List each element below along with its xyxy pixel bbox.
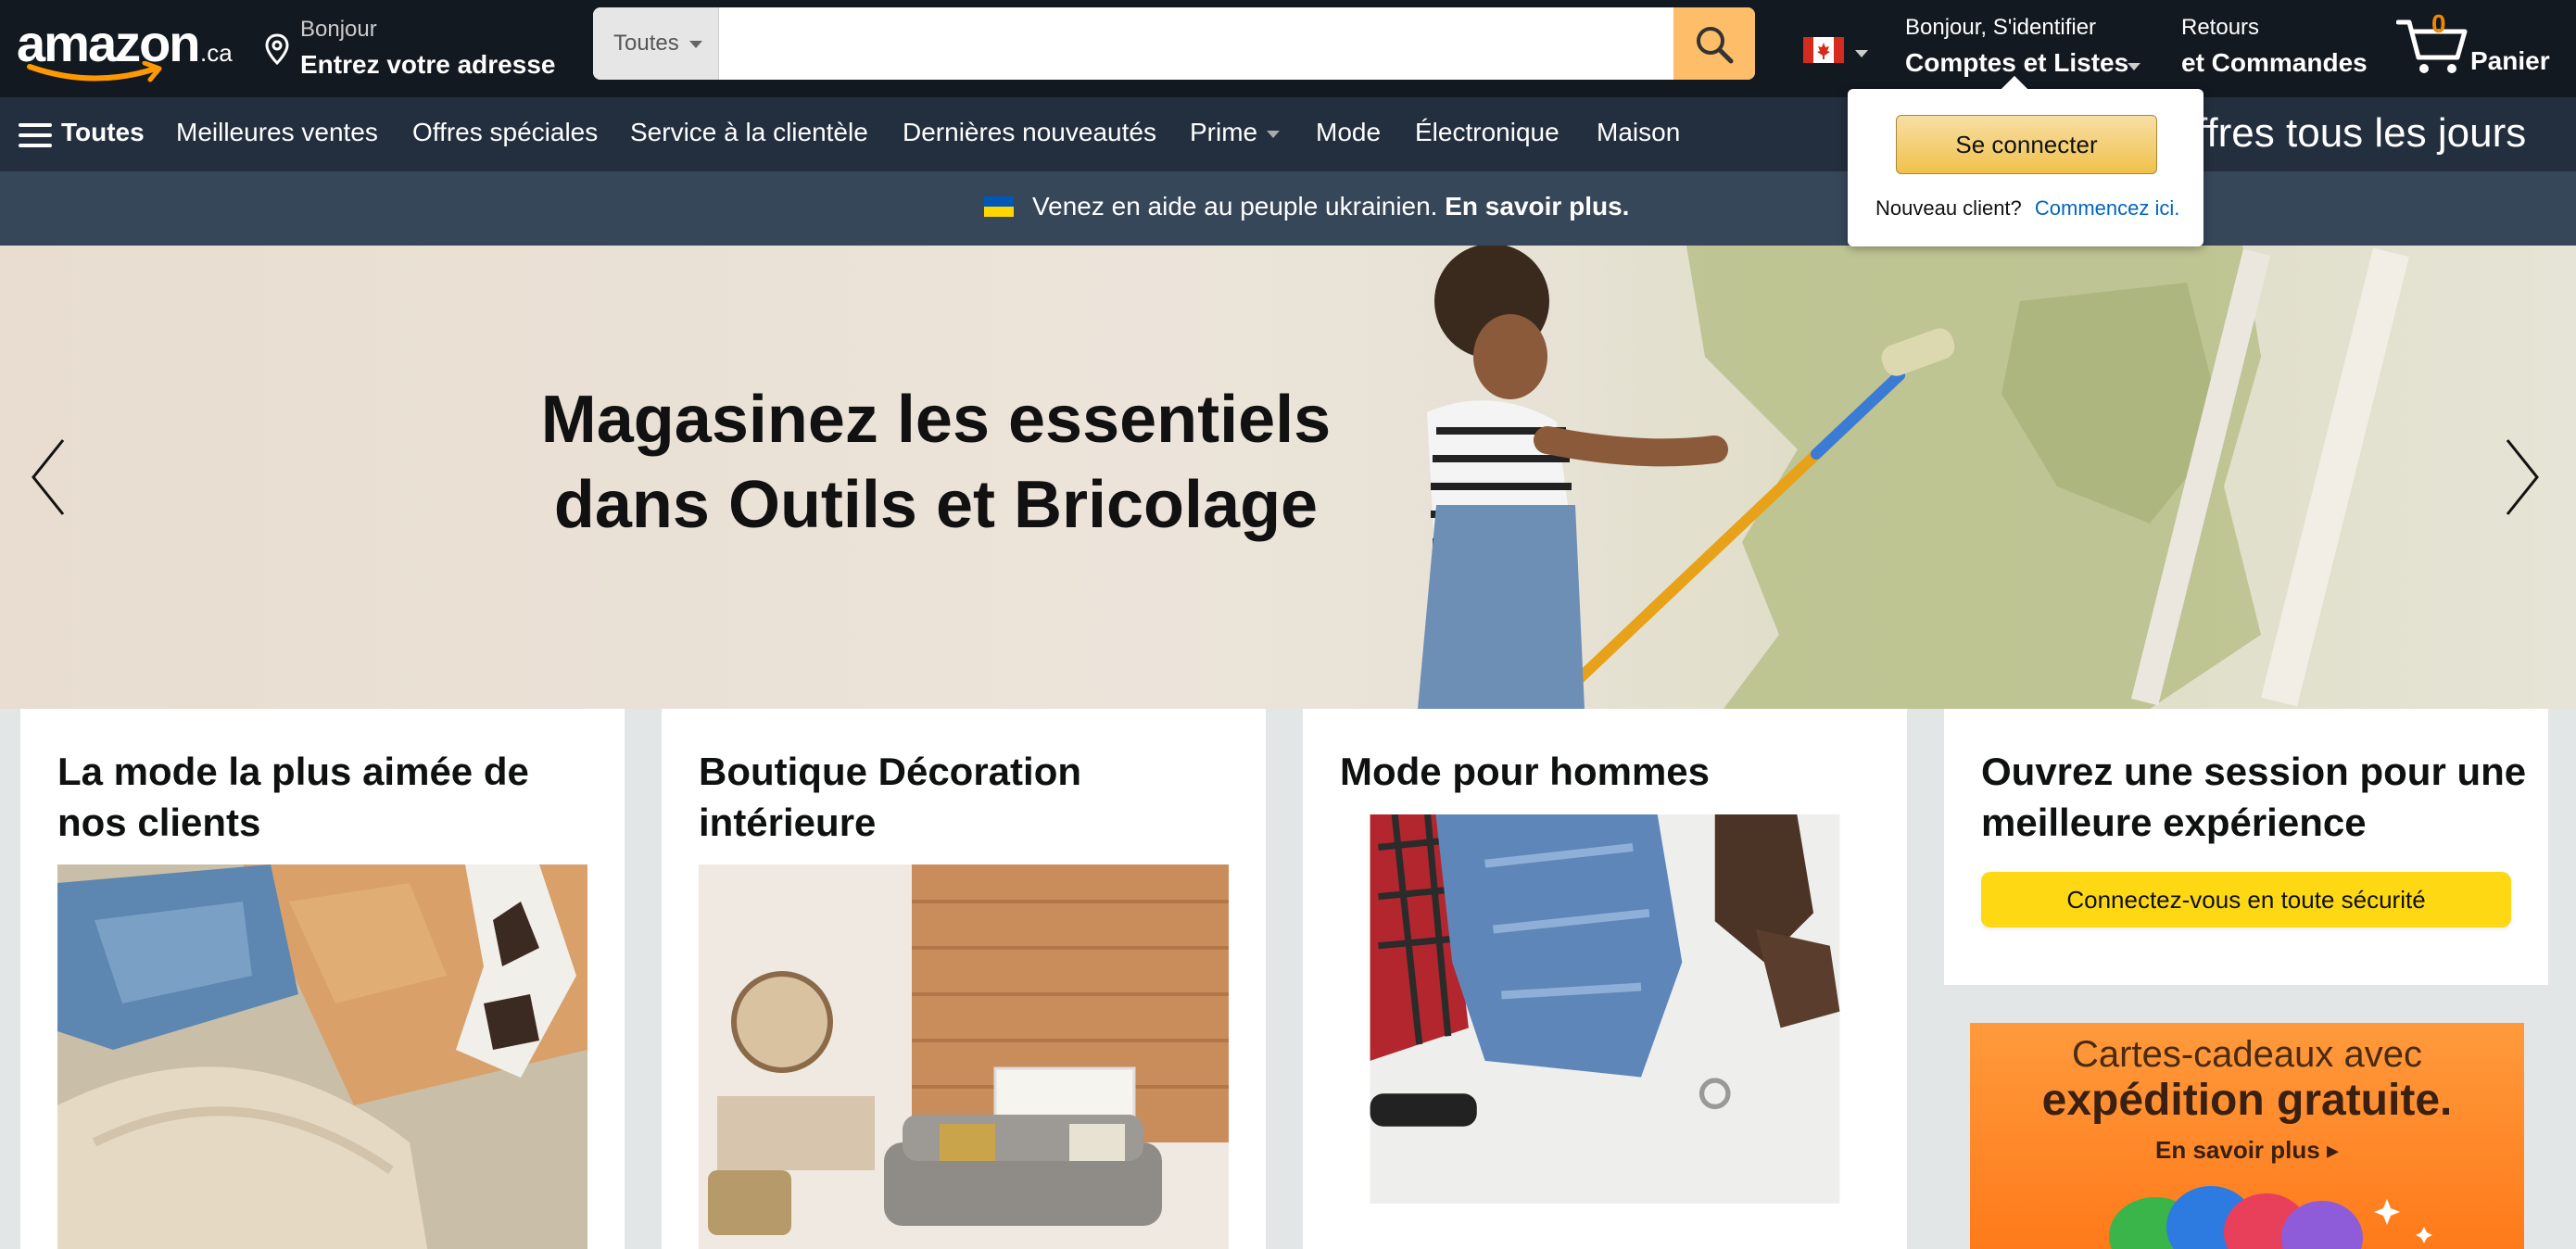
- nav-item-prime[interactable]: Prime: [1190, 118, 1281, 147]
- hamburger-icon: [19, 123, 52, 147]
- chevron-down-icon: [689, 41, 702, 48]
- start-here-link[interactable]: Commencez ici.: [2035, 196, 2179, 220]
- cart-count: 0: [2431, 9, 2446, 38]
- nav-item-electronics[interactable]: Électronique: [1415, 118, 1559, 147]
- nav-item-prime-label: Prime: [1190, 118, 1258, 146]
- hero-carousel[interactable]: Magasinez les essentiels dans Outils et …: [0, 246, 2576, 709]
- fashion-clothes-image: [57, 864, 587, 1249]
- search-icon: [1697, 27, 1734, 64]
- chevron-down-icon[interactable]: [1855, 50, 1868, 57]
- signin-button[interactable]: Se connecter: [1896, 115, 2157, 174]
- gift-card-ad[interactable]: Cartes-cadeaux avec expédition gratuite.…: [1970, 1023, 2524, 1249]
- signin-card: Ouvrez une session pour une meilleure ex…: [1944, 709, 2548, 985]
- secure-signin-button[interactable]: Connectez-vous en toute sécurité: [1981, 872, 2511, 927]
- canada-flag-icon[interactable]: [1803, 37, 1844, 63]
- chevron-down-icon: [1267, 130, 1281, 138]
- delivery-address[interactable]: Bonjour Entrez votre adresse: [265, 15, 571, 85]
- card-fashion-favorites[interactable]: La mode la plus aimée de nos clients: [20, 709, 625, 1249]
- hero-title-line1: Magasinez les essentiels: [540, 383, 1332, 457]
- signin-card-title: Ouvrez une session pour une meilleure ex…: [1981, 750, 2527, 844]
- returns-label: Retours: [2181, 15, 2260, 40]
- location-pin-icon: [265, 33, 289, 65]
- search-input[interactable]: [719, 7, 1683, 80]
- nav-item-home[interactable]: Maison: [1597, 118, 1680, 147]
- card-title: Mode pour hommes: [1340, 750, 1711, 793]
- gift-ad-learn-more[interactable]: En savoir plus ▸: [1970, 1136, 2524, 1165]
- living-room-image: [699, 864, 1229, 1249]
- top-header: amazon .ca Bonjour Entrez votre adresse …: [0, 0, 2576, 97]
- nav-item-best-sellers[interactable]: Meilleures ventes: [176, 118, 378, 147]
- address-greeting: Bonjour: [300, 17, 377, 42]
- logo-tld: .ca: [200, 39, 233, 67]
- nav-item-fashion[interactable]: Mode: [1316, 118, 1381, 147]
- ukraine-flag-icon: [984, 196, 1014, 217]
- gift-ad-line1: Cartes-cadeaux avec: [2072, 1034, 2422, 1075]
- carousel-prev-arrow-icon[interactable]: [22, 431, 78, 524]
- account-lists-label: Comptes et Listes: [1905, 48, 2129, 77]
- signin-flyout: Se connecter Nouveau client? Commencez i…: [1848, 75, 2203, 246]
- search-bar: Toutes: [593, 7, 1755, 80]
- mens-clothing-image: [1370, 814, 1840, 1204]
- amazon-logo[interactable]: amazon .ca: [17, 13, 239, 82]
- all-menu-label: Toutes: [61, 118, 145, 146]
- cart-label: Panier: [2470, 46, 2550, 75]
- card-home-decor[interactable]: Boutique Décoration intérieure: [662, 709, 1266, 1249]
- smile-arrow-icon: [27, 61, 162, 82]
- painter-image: [1418, 246, 1955, 709]
- gift-ad-line2: expédition gratuite.: [2041, 1076, 2453, 1125]
- nav-item-deals[interactable]: Offres spéciales: [412, 118, 598, 147]
- nav-item-customer-service[interactable]: Service à la clientèle: [630, 118, 868, 147]
- nav-promo-banner[interactable]: ffres tous les jours: [2196, 110, 2526, 157]
- card-title: Boutique Décoration intérieure: [699, 750, 1082, 844]
- notice-learn-more-link[interactable]: En savoir plus.: [1445, 192, 1629, 221]
- account-lists[interactable]: Bonjour, S'identifier Comptes et Listes: [1905, 13, 2146, 83]
- account-greeting: Bonjour, S'identifier: [1905, 15, 2097, 40]
- search-category-select[interactable]: Toutes: [593, 7, 719, 80]
- orders-label: et Commandes: [2181, 48, 2368, 77]
- search-category-label: Toutes: [613, 31, 679, 56]
- notice-text: Venez en aide au peuple ukrainien.: [1032, 192, 1438, 221]
- new-customer-row: Nouveau client? Commencez ici.: [1875, 196, 2179, 221]
- carousel-next-arrow-icon[interactable]: [2493, 431, 2548, 524]
- returns-orders[interactable]: Retours et Commandes: [2181, 13, 2376, 83]
- card-title: La mode la plus aimée de nos clients: [57, 750, 529, 844]
- card-mens-fashion[interactable]: Mode pour hommes: [1303, 709, 1907, 1249]
- nav-item-new-releases[interactable]: Dernières nouveautés: [903, 118, 1156, 147]
- hero-title: Magasinez les essentiels dans Outils et …: [519, 377, 1353, 548]
- chevron-down-icon: [2128, 63, 2140, 70]
- balloons-image: [2109, 1186, 2432, 1249]
- new-customer-label: Nouveau client?: [1875, 196, 2022, 220]
- cart[interactable]: 0 Panier: [2396, 9, 2554, 83]
- search-button[interactable]: [1673, 7, 1755, 80]
- address-prompt: Entrez votre adresse: [300, 50, 556, 79]
- hero-title-line2: dans Outils et Bricolage: [553, 468, 1319, 542]
